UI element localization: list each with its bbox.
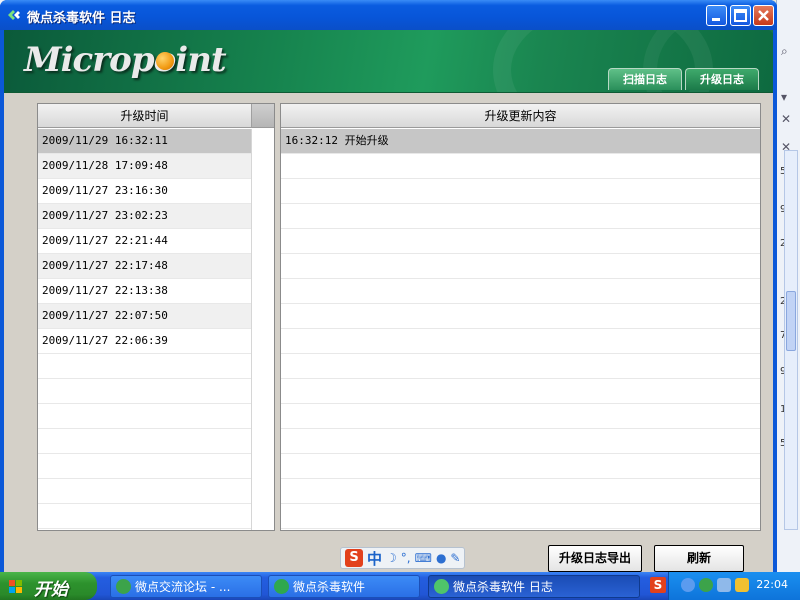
title-bar[interactable]: 微点杀毒软件 日志 xyxy=(0,0,777,30)
micropoint-logo: Micropoint xyxy=(24,40,227,80)
start-button[interactable]: 开始 xyxy=(0,572,97,600)
empty-row xyxy=(281,379,760,404)
footer-bar: S 中 ☽ °, ⌨ ● ✎ 升级日志导出 刷新 xyxy=(4,537,773,572)
maximize-button[interactable] xyxy=(730,5,751,26)
empty-row xyxy=(281,304,760,329)
list-item[interactable]: 2009/11/27 22:21:44 xyxy=(38,229,251,254)
list-item[interactable]: 2009/11/27 23:16:30 xyxy=(38,179,251,204)
log-window: 微点杀毒软件 日志 Micropoint 扫描日志 升级日志 升级时间 2009… xyxy=(0,0,777,572)
empty-row xyxy=(281,504,760,529)
task-label: 微点杀毒软件 日志 xyxy=(453,580,553,594)
list-item[interactable]: 2009/11/27 23:02:23 xyxy=(38,204,251,229)
empty-row xyxy=(281,204,760,229)
task-antivirus[interactable]: 微点杀毒软件 xyxy=(268,575,420,598)
empty-row xyxy=(281,479,760,504)
update-content-panel: 升级更新内容 16:32:12 开始升级 xyxy=(280,103,761,531)
list-item[interactable]: 16:32:12 开始升级 xyxy=(281,129,760,154)
scrollbar-thumb[interactable] xyxy=(786,291,796,351)
empty-row xyxy=(38,429,251,454)
empty-row xyxy=(281,354,760,379)
user-icon[interactable]: ● xyxy=(436,551,446,565)
system-tray: 22:04 xyxy=(668,572,800,600)
log-tabs: 扫描日志 升级日志 xyxy=(608,68,759,90)
browser-icon xyxy=(116,579,131,594)
update-time-header[interactable]: 升级时间 xyxy=(38,104,251,128)
start-label: 开始 xyxy=(34,580,68,600)
tray-expand-icon[interactable] xyxy=(681,578,695,592)
sogou-ime-icon[interactable]: S xyxy=(345,549,363,567)
header-banner: Micropoint 扫描日志 升级日志 xyxy=(4,30,773,92)
network-icon[interactable] xyxy=(717,578,731,592)
empty-row xyxy=(38,479,251,504)
list-item[interactable]: 2009/11/27 22:06:39 xyxy=(38,329,251,354)
close-icon xyxy=(758,10,769,21)
search-icon[interactable]: ⌕ xyxy=(781,44,788,59)
punctuation-icon[interactable]: °, xyxy=(401,551,411,565)
ime-toolbar[interactable]: S 中 ☽ °, ⌨ ● ✎ xyxy=(340,547,466,569)
empty-row xyxy=(38,404,251,429)
micropoint-app-icon xyxy=(434,579,449,594)
close-icon[interactable]: ✕ xyxy=(781,112,791,126)
dropdown-icon[interactable]: ▾ xyxy=(781,90,787,104)
task-antivirus-log[interactable]: 微点杀毒软件 日志 xyxy=(428,575,640,598)
column-header-stub xyxy=(251,104,274,128)
update-content-list: 16:32:12 开始升级 xyxy=(281,129,760,529)
background-scrollbar[interactable] xyxy=(784,150,798,530)
maximize-icon xyxy=(734,9,747,22)
micropoint-tray-icon[interactable] xyxy=(699,578,713,592)
clock[interactable]: 22:04 xyxy=(756,578,788,591)
task-forum[interactable]: 微点交流论坛 - ... xyxy=(110,575,262,598)
empty-row xyxy=(281,279,760,304)
empty-row xyxy=(281,404,760,429)
refresh-button[interactable]: 刷新 xyxy=(654,545,744,572)
list-item[interactable]: 2009/11/27 22:17:48 xyxy=(38,254,251,279)
task-label: 微点杀毒软件 xyxy=(293,580,366,594)
empty-row xyxy=(281,179,760,204)
empty-row xyxy=(281,454,760,479)
minimize-icon xyxy=(712,18,720,21)
empty-row xyxy=(38,454,251,479)
empty-row xyxy=(281,154,760,179)
micropoint-app-icon xyxy=(274,579,289,594)
empty-row xyxy=(38,379,251,404)
window-client-area: Micropoint 扫描日志 升级日志 升级时间 2009/11/29 16:… xyxy=(4,30,773,572)
task-label: 微点交流论坛 - ... xyxy=(135,580,231,594)
minimize-button[interactable] xyxy=(706,5,727,26)
log-content-area: 升级时间 2009/11/29 16:32:11 2009/11/28 17:0… xyxy=(4,92,773,537)
sogou-tray-icon[interactable]: S xyxy=(650,577,666,593)
export-update-log-button[interactable]: 升级日志导出 xyxy=(548,545,642,572)
logo-orange-dot xyxy=(156,52,174,70)
column-divider xyxy=(251,129,252,530)
speaker-icon[interactable] xyxy=(735,578,749,592)
list-item[interactable]: 2009/11/27 22:13:38 xyxy=(38,279,251,304)
tab-update-log[interactable]: 升级日志 xyxy=(685,68,759,90)
empty-row xyxy=(281,254,760,279)
list-item[interactable]: 2009/11/29 16:32:11 xyxy=(38,129,251,154)
chinese-mode-toggle[interactable]: 中 xyxy=(367,548,382,569)
update-time-list: 2009/11/29 16:32:11 2009/11/28 17:09:48 … xyxy=(38,129,251,529)
close-button[interactable] xyxy=(753,5,774,26)
update-time-panel: 升级时间 2009/11/29 16:32:11 2009/11/28 17:0… xyxy=(37,103,275,531)
micropoint-app-icon xyxy=(8,10,20,20)
list-item[interactable]: 2009/11/27 22:07:50 xyxy=(38,304,251,329)
empty-row xyxy=(281,229,760,254)
empty-row xyxy=(281,429,760,454)
half-width-moon-icon[interactable]: ☽ xyxy=(386,551,397,565)
tab-scan-log[interactable]: 扫描日志 xyxy=(608,68,682,90)
update-content-header[interactable]: 升级更新内容 xyxy=(281,104,760,128)
soft-keyboard-icon[interactable]: ⌨ xyxy=(415,551,432,565)
windows-flag-icon xyxy=(9,580,22,593)
empty-row xyxy=(281,329,760,354)
taskbar: 开始 微点交流论坛 - ... 微点杀毒软件 微点杀毒软件 日志 S 22:04 xyxy=(0,572,800,600)
wrench-icon[interactable]: ✎ xyxy=(450,551,460,565)
empty-row xyxy=(38,354,251,379)
list-item[interactable]: 2009/11/28 17:09:48 xyxy=(38,154,251,179)
empty-row xyxy=(38,504,251,529)
window-title: 微点杀毒软件 日志 xyxy=(27,11,136,26)
